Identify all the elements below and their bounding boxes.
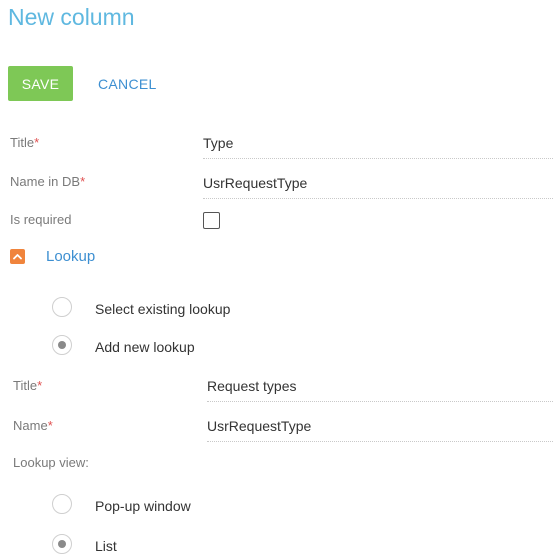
lookup-title-label-text: Title [13, 378, 38, 393]
is-required-checkbox[interactable] [203, 212, 220, 229]
lookup-title-field[interactable] [207, 371, 553, 402]
page-title: New column [8, 4, 135, 30]
radio-label-add-new-lookup[interactable]: Add new lookup [95, 339, 195, 355]
required-marker: * [80, 174, 86, 189]
lookup-name-label-text: Name [13, 418, 48, 433]
radio-label-list[interactable]: List [95, 538, 117, 554]
required-marker: * [34, 135, 40, 150]
radio-label-popup-window[interactable]: Pop-up window [95, 498, 191, 514]
radio-popup-window[interactable] [52, 494, 72, 514]
chevron-up-icon[interactable] [10, 249, 25, 264]
cancel-button[interactable]: CANCEL [90, 66, 165, 101]
is-required-label: Is required [10, 212, 72, 227]
required-marker: * [37, 378, 43, 393]
lookup-section-title[interactable]: Lookup [46, 248, 95, 265]
title-label-text: Title [10, 135, 35, 150]
lookup-name-label: Name* [13, 418, 53, 433]
radio-add-new-lookup[interactable] [52, 335, 72, 355]
lookup-title-label: Title* [13, 378, 42, 393]
lookup-view-label: Lookup view: [13, 455, 89, 470]
radio-label-select-existing-lookup[interactable]: Select existing lookup [95, 301, 230, 317]
name-in-db-label: Name in DB* [10, 174, 85, 189]
title-field[interactable] [203, 128, 553, 159]
save-button[interactable]: SAVE [8, 66, 73, 101]
radio-select-existing-lookup[interactable] [52, 297, 72, 317]
required-marker: * [47, 418, 53, 433]
name-in-db-field[interactable] [203, 168, 553, 199]
radio-list[interactable] [52, 534, 72, 554]
name-in-db-label-text: Name in DB [10, 174, 81, 189]
title-label: Title* [10, 135, 39, 150]
lookup-name-field[interactable] [207, 411, 553, 442]
